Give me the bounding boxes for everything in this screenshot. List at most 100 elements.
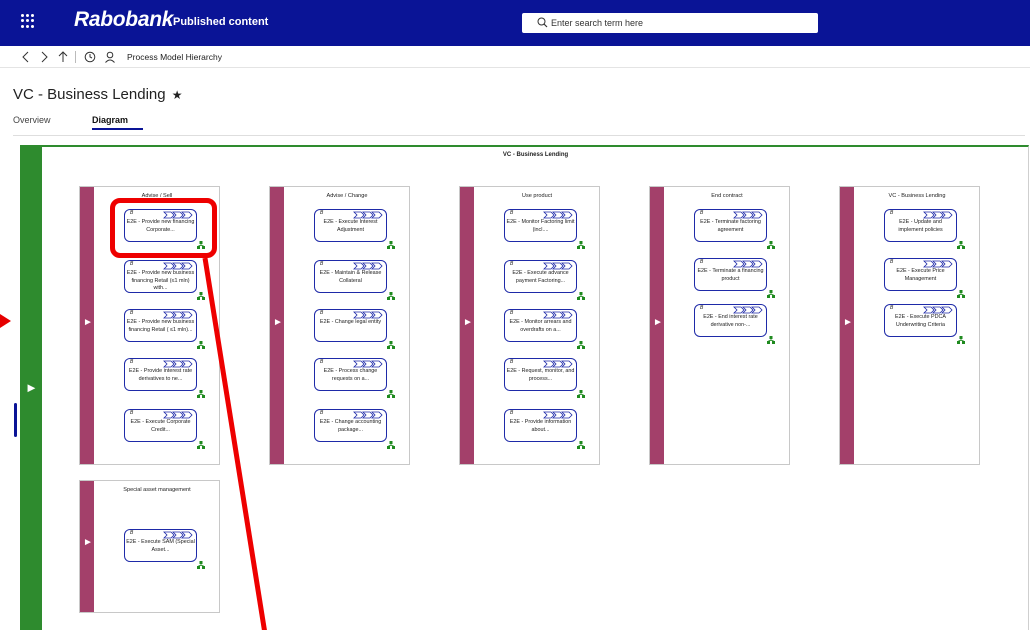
- subprocess-icon[interactable]: [197, 390, 205, 398]
- subprocess-icon[interactable]: [577, 441, 585, 449]
- chevron-icon: ►: [273, 317, 283, 328]
- process-box[interactable]: B E2E - Maintain & Release Collateral: [314, 260, 395, 300]
- brand-logo[interactable]: Rabobank: [74, 8, 173, 32]
- subprocess-icon[interactable]: [767, 241, 775, 249]
- box-number: B: [890, 210, 894, 216]
- page-title-text: VC - Business Lending: [13, 86, 166, 103]
- subprocess-icon[interactable]: [577, 390, 585, 398]
- subprocess-icon[interactable]: [767, 336, 775, 344]
- process-box[interactable]: B E2E - Execute PDCA Underwriting Criter…: [884, 304, 965, 344]
- subprocess-icon[interactable]: [387, 292, 395, 300]
- subprocess-icon[interactable]: [577, 241, 585, 249]
- search-input[interactable]: Enter search term here: [522, 13, 818, 33]
- app-launcher-icon[interactable]: [21, 14, 35, 28]
- lane-bar: ►: [460, 187, 474, 464]
- subprocess-icon[interactable]: [577, 292, 585, 300]
- subprocess-icon[interactable]: [387, 441, 395, 449]
- process-box[interactable]: B E2E - Execute Interest Adjustment: [314, 209, 395, 249]
- process-box[interactable]: B E2E - Monitor arrears and overdrafts o…: [504, 309, 585, 349]
- box-number: B: [510, 410, 514, 416]
- box-number: B: [130, 261, 134, 267]
- subprocess-icon[interactable]: [387, 241, 395, 249]
- chevron-arrows-icon: [163, 262, 193, 270]
- top-bar: Rabobank Published content Enter search …: [0, 0, 1030, 46]
- lane-bar: ►: [270, 187, 284, 464]
- subprocess-icon[interactable]: [957, 336, 965, 344]
- lane-bar: ►: [650, 187, 664, 464]
- chevron-arrows-icon: [163, 311, 193, 319]
- tab-diagram[interactable]: Diagram: [92, 115, 128, 125]
- up-icon[interactable]: [58, 51, 68, 63]
- process-box[interactable]: B E2E - Process change requests on a...: [314, 358, 395, 398]
- process-box[interactable]: B E2E - End interest rate derivative non…: [694, 304, 775, 344]
- box-label: E2E - Update and implement policies: [898, 219, 943, 233]
- diagram-title: VC - Business Lending: [502, 152, 569, 158]
- chevron-arrows-icon: [163, 360, 193, 368]
- process-box[interactable]: B E2E - Provide information about...: [504, 409, 585, 449]
- box-number: B: [130, 410, 134, 416]
- app-name: Published content: [173, 16, 269, 28]
- process-box[interactable]: B E2E - Request, monitor, and process...: [504, 358, 585, 398]
- chevron-arrows-icon: [353, 262, 383, 270]
- back-icon[interactable]: [22, 51, 30, 63]
- box-label: E2E - Monitor Factoring limit (incl....: [506, 219, 575, 233]
- process-box[interactable]: B E2E - Provide new business financing R…: [124, 260, 205, 300]
- subprocess-icon[interactable]: [577, 341, 585, 349]
- box-number: B: [130, 530, 134, 536]
- user-icon[interactable]: [104, 51, 116, 63]
- value-chain-bar: ►: [20, 145, 42, 630]
- chevron-arrows-icon: [733, 306, 763, 314]
- side-panel-handle[interactable]: [14, 403, 17, 437]
- process-box[interactable]: B E2E - Terminate a financing product: [694, 258, 775, 298]
- process-box[interactable]: B E2E - Provide interest rate derivative…: [124, 358, 205, 398]
- subprocess-icon[interactable]: [197, 561, 205, 569]
- box-number: B: [510, 210, 514, 216]
- process-box[interactable]: B E2E - Execute Price Management: [884, 258, 965, 298]
- box-number: B: [320, 359, 324, 365]
- box-label: E2E - Request, monitor, and process...: [506, 368, 575, 382]
- tab-overview[interactable]: Overview: [13, 115, 51, 125]
- search-placeholder: Enter search term here: [551, 18, 644, 28]
- process-box[interactable]: B E2E - Change legal entity: [314, 309, 395, 349]
- subprocess-icon[interactable]: [957, 241, 965, 249]
- box-label: E2E - Execute SAM (Special Asset...: [126, 539, 195, 553]
- breadcrumb[interactable]: Process Model Hierarchy: [127, 52, 222, 62]
- process-box[interactable]: B E2E - Provide new business financing R…: [124, 309, 205, 349]
- active-tab-indicator: [92, 128, 143, 130]
- chevron-arrows-icon: [543, 411, 573, 419]
- box-label: E2E - End interest rate derivative non-.…: [703, 314, 758, 328]
- subprocess-icon[interactable]: [197, 441, 205, 449]
- box-number: B: [510, 310, 514, 316]
- box-label: E2E - Provide new business financing Ret…: [126, 319, 195, 333]
- chevron-arrows-icon: [353, 311, 383, 319]
- subprocess-icon[interactable]: [767, 290, 775, 298]
- lane-title: Special asset management: [123, 487, 191, 493]
- chevron-icon: ►: [463, 317, 473, 328]
- pointer-arrow-icon: [0, 314, 11, 328]
- box-label: E2E - Terminate a financing product: [697, 268, 764, 282]
- process-box[interactable]: B E2E - Execute SAM (Special Asset...: [124, 529, 205, 569]
- process-box[interactable]: B E2E - Execute Corporate Credit...: [124, 409, 205, 449]
- process-box[interactable]: B E2E - Change accounting package...: [314, 409, 395, 449]
- toolbar-divider: [75, 51, 76, 63]
- chevron-arrows-icon: [733, 260, 763, 268]
- subprocess-icon[interactable]: [387, 390, 395, 398]
- process-box[interactable]: B E2E - Monitor Factoring limit (incl...…: [504, 209, 585, 249]
- forward-icon[interactable]: [40, 51, 48, 63]
- box-label: E2E - Change accounting package...: [319, 419, 382, 433]
- process-box[interactable]: B E2E - Terminate factoring agreement: [694, 209, 775, 249]
- history-icon[interactable]: [84, 51, 96, 63]
- box-number: B: [700, 210, 704, 216]
- process-box[interactable]: B E2E - Execute advance payment Factorin…: [504, 260, 585, 300]
- box-label: E2E - Execute PDCA Underwriting Criteria: [895, 314, 946, 328]
- subprocess-icon[interactable]: [197, 292, 205, 300]
- subprocess-icon[interactable]: [387, 341, 395, 349]
- subprocess-icon[interactable]: [197, 341, 205, 349]
- box-label: E2E - Provide new business financing Ret…: [126, 270, 195, 291]
- favorite-star-icon[interactable]: ★: [172, 88, 183, 102]
- box-number: B: [320, 310, 324, 316]
- subprocess-icon[interactable]: [957, 290, 965, 298]
- box-number: B: [510, 359, 514, 365]
- box-label: E2E - Maintain & Release Collateral: [319, 270, 382, 284]
- process-box[interactable]: B E2E - Update and implement policies: [884, 209, 965, 249]
